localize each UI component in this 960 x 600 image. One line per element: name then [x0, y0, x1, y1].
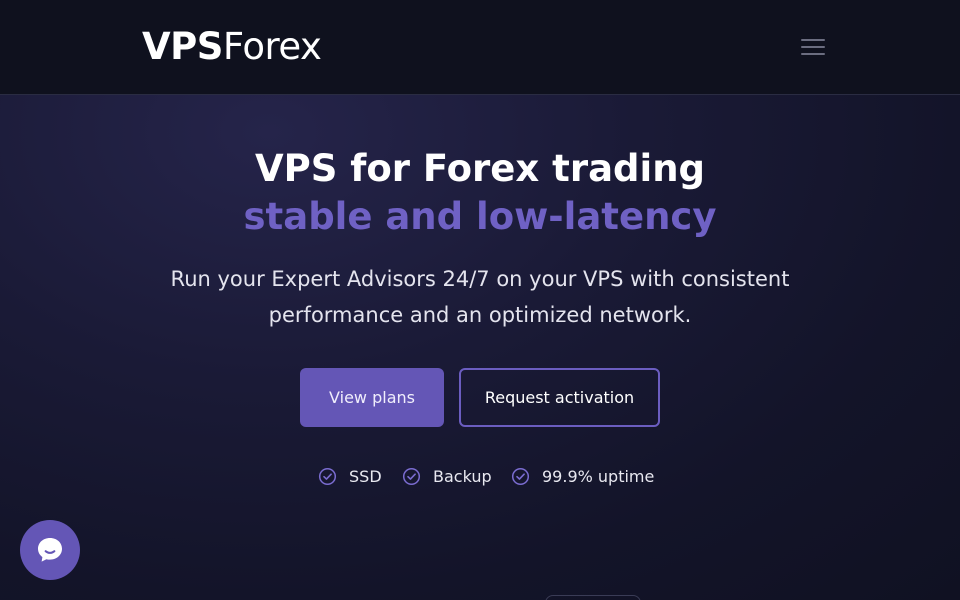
logo[interactable]: VPSForex: [142, 24, 322, 70]
site-header: VPSForex: [0, 0, 960, 95]
view-plans-button[interactable]: View plans: [300, 368, 444, 427]
feature-list: SSD Backup 99.9% uptime: [0, 463, 960, 489]
logo-light-text: Forex: [222, 25, 322, 68]
menu-line: [801, 39, 825, 41]
feature-item: SSD: [318, 463, 382, 489]
feature-label: 99.9% uptime: [542, 466, 655, 486]
hamburger-menu-icon[interactable]: [798, 34, 828, 60]
hero-headline: VPS for Forex trading: [254, 147, 706, 190]
logo-bold-text: VPS: [142, 25, 223, 68]
hero-headline-accent: stable and low-latency: [243, 195, 717, 238]
check-circle-icon: [402, 467, 421, 485]
hero-section: VPS for Forex trading stable and low-lat…: [0, 95, 960, 600]
menu-line: [801, 53, 825, 55]
menu-line: [801, 46, 825, 48]
feature-label: SSD: [349, 466, 382, 486]
feature-item: Backup: [402, 463, 492, 489]
hero-subtext: Run your Expert Advisors 24/7 on your VP…: [170, 267, 790, 327]
request-activation-button[interactable]: Request activation: [459, 368, 660, 427]
partial-card-edge: [545, 595, 641, 600]
chat-glyph: [38, 538, 62, 562]
check-circle-icon: [511, 467, 530, 485]
chat-bubble-icon[interactable]: [20, 520, 80, 580]
check-circle-icon: [318, 467, 337, 485]
feature-item: 99.9% uptime: [511, 463, 654, 489]
feature-label: Backup: [433, 466, 492, 486]
